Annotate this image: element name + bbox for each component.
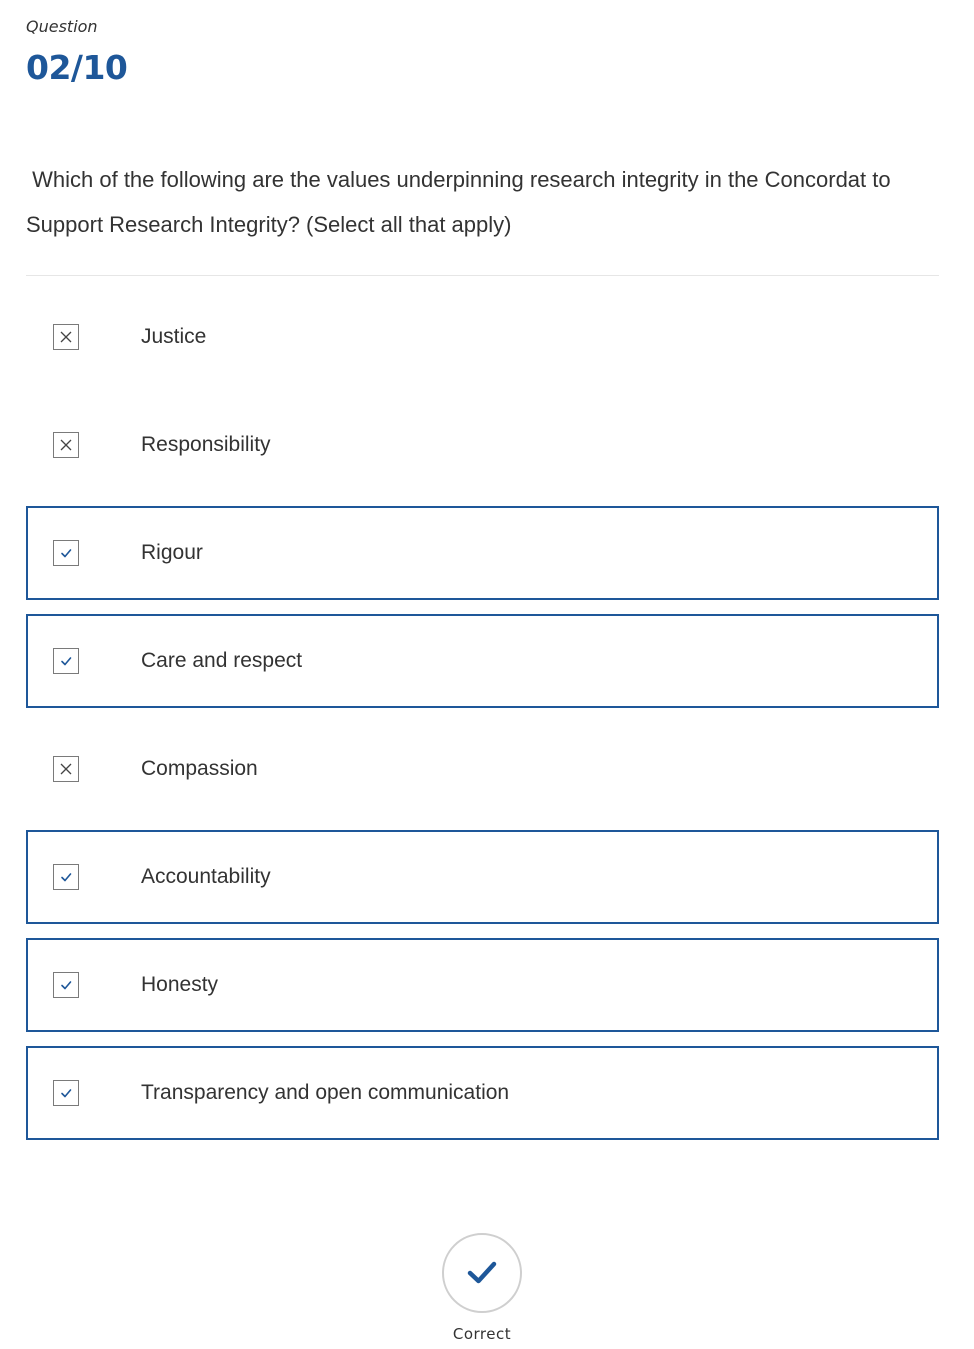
- answer-options: Justice Responsibility Rigour Care and r…: [26, 290, 939, 1154]
- result-label: Correct: [452, 1325, 512, 1343]
- question-label: Question: [26, 17, 98, 36]
- checkmark-icon: [467, 1261, 497, 1284]
- option-checkbox[interactable]: [53, 324, 79, 350]
- question-text: Which of the following are the values un…: [26, 167, 897, 237]
- option-honesty[interactable]: Honesty: [26, 938, 939, 1032]
- checkmark-icon: [61, 981, 72, 990]
- question-counter: 02/10: [26, 48, 128, 87]
- option-rigour[interactable]: Rigour: [26, 506, 939, 600]
- option-checkbox[interactable]: [53, 648, 79, 674]
- checkmark-icon: [61, 549, 72, 558]
- checkmark-icon: [61, 1089, 72, 1098]
- option-compassion[interactable]: Compassion: [26, 722, 939, 816]
- x-icon: [60, 331, 72, 343]
- option-checkbox[interactable]: [53, 1080, 79, 1106]
- option-checkbox[interactable]: [53, 432, 79, 458]
- checkmark-icon: [61, 873, 72, 882]
- option-label: Transparency and open communication: [141, 1081, 510, 1104]
- divider: [26, 275, 939, 276]
- option-checkbox[interactable]: [53, 540, 79, 566]
- option-checkbox[interactable]: [53, 864, 79, 890]
- option-label: Justice: [141, 325, 207, 348]
- result-indicator: Correct: [442, 1233, 522, 1343]
- option-checkbox[interactable]: [53, 972, 79, 998]
- result-circle: [442, 1233, 522, 1313]
- option-checkbox[interactable]: [53, 756, 79, 782]
- option-accountability[interactable]: Accountability: [26, 830, 939, 924]
- option-label: Responsibility: [141, 433, 271, 456]
- option-label: Care and respect: [141, 649, 303, 672]
- option-label: Rigour: [141, 541, 203, 564]
- option-label: Compassion: [141, 757, 258, 780]
- option-justice[interactable]: Justice: [26, 290, 939, 384]
- option-label: Honesty: [141, 973, 219, 996]
- option-transparency[interactable]: Transparency and open communication: [26, 1046, 939, 1140]
- option-care-and-respect[interactable]: Care and respect: [26, 614, 939, 708]
- x-icon: [60, 763, 72, 775]
- checkmark-icon: [61, 657, 72, 666]
- option-responsibility[interactable]: Responsibility: [26, 398, 939, 492]
- x-icon: [60, 439, 72, 451]
- option-label: Accountability: [141, 865, 271, 888]
